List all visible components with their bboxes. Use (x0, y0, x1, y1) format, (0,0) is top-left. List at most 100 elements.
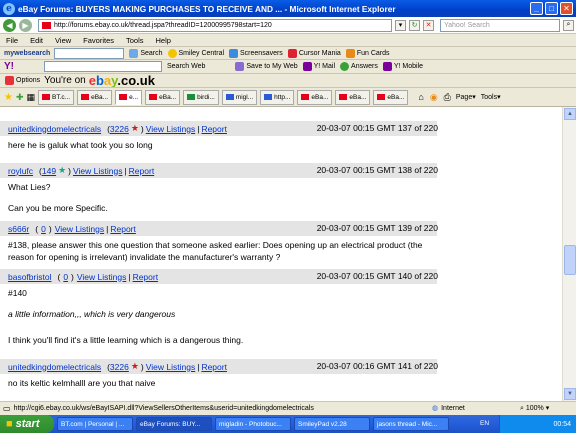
menu-file[interactable]: File (0, 36, 24, 45)
forum-post: basofbristol (0) View Listings | Report 20… (0, 269, 438, 352)
view-listings-link[interactable]: View Listings (73, 166, 122, 176)
language-indicator[interactable]: EN (480, 420, 489, 427)
view-listings-link[interactable]: View Listings (77, 272, 126, 282)
scroll-down-arrow-icon[interactable]: ▼ (564, 388, 576, 400)
post-body: What Lies? Can you be more Specific. (8, 182, 108, 213)
tab-birdi[interactable]: birdi... (183, 89, 219, 105)
tab-http[interactable]: http... (260, 89, 295, 105)
post-author-link[interactable]: roylufc (8, 166, 33, 176)
tab-migl[interactable]: migl... (221, 89, 258, 105)
refresh-button[interactable]: ↻ (409, 19, 420, 31)
menu-tools[interactable]: Tools (120, 36, 150, 45)
post-meta: 20-03-07 00:15 GMT 138 of 220 (316, 165, 438, 175)
report-link[interactable]: Report (129, 166, 155, 176)
card-icon (345, 48, 355, 58)
taskbar-item-smileypad[interactable]: SmileyPad v2.28 (294, 417, 370, 431)
menu-edit[interactable]: Edit (24, 36, 49, 45)
report-link[interactable]: Report (110, 224, 136, 234)
smiley-central-button[interactable]: Smiley Central (167, 48, 224, 58)
search-go-icon[interactable]: ⌕ (563, 19, 574, 31)
feedback-score-link[interactable]: 149 (42, 166, 56, 176)
search-icon (129, 48, 139, 58)
maximize-button[interactable]: □ (545, 2, 558, 15)
menu-bar: File Edit View Favorites Tools Help (0, 34, 576, 47)
screensaver-icon (229, 48, 239, 58)
screensavers-button[interactable]: Screensavers (229, 48, 283, 58)
clock[interactable]: 00:54 (553, 421, 571, 428)
post-meta: 20-03-07 00:15 GMT 137 of 220 (316, 123, 438, 133)
feedback-score-link[interactable]: 0 (41, 224, 46, 234)
options-button[interactable]: Options (5, 76, 40, 85)
forward-button[interactable]: ▶ (19, 18, 32, 32)
dropdown-arrow-icon[interactable]: ▾ (395, 19, 406, 31)
taskbar-item-ebay[interactable]: eBay Forums: BUY... (136, 417, 212, 431)
menu-help[interactable]: Help (150, 36, 177, 45)
page-icon: ▭ (3, 404, 11, 413)
view-listings-link[interactable]: View Listings (55, 224, 104, 234)
status-url: http://cgi6.ebay.co.uk/ws/eBayISAPI.dll?… (13, 405, 314, 412)
report-link[interactable]: Report (201, 124, 227, 134)
stop-button[interactable]: ✕ (423, 19, 434, 31)
report-link[interactable]: Report (133, 272, 159, 282)
post-author-link[interactable]: s666r (8, 224, 29, 234)
start-button[interactable]: ■ start (0, 415, 54, 433)
report-link[interactable]: Report (201, 362, 227, 372)
yahoo-mail-button[interactable]: Y! Mail (302, 62, 335, 71)
taskbar-item-bt[interactable]: BT.com | Personal | ... (57, 417, 133, 431)
favorites-star-icon[interactable]: ★ (4, 92, 13, 103)
feedback-score-link[interactable]: 0 (63, 272, 68, 282)
quick-tabs-icon[interactable]: ▦ (27, 92, 36, 103)
tab-ebay-9[interactable]: eBa... (373, 89, 409, 105)
add-favorite-icon[interactable]: ✚ (16, 92, 24, 103)
red-star-icon: ★ (130, 123, 139, 133)
page-menu-button[interactable]: Page ▾ (456, 93, 476, 102)
vertical-scrollbar[interactable]: ▲ ▼ (562, 107, 576, 401)
menu-favorites[interactable]: Favorites (77, 36, 120, 45)
post-author-link[interactable]: basofbristol (8, 272, 51, 282)
mywebsearch-input[interactable] (54, 47, 125, 59)
close-button[interactable]: ✕ (560, 2, 573, 15)
view-listings-link[interactable]: View Listings (146, 124, 195, 134)
taskbar-item-word[interactable]: jasons thread - Mic... (373, 417, 449, 431)
feedback-score-link[interactable]: 3226 (110, 362, 129, 372)
magnifier-icon: ⌕ (520, 405, 524, 412)
tab-ebay-1[interactable]: eBa... (77, 89, 113, 105)
taskbar-item-photobucket[interactable]: migladin - Photobuc... (215, 417, 291, 431)
yahoo-mobile-button[interactable]: Y! Mobile (382, 62, 423, 71)
tab-ebay-3[interactable]: eBa... (145, 89, 181, 105)
home-icon[interactable]: ⌂ (418, 92, 423, 102)
scroll-thumb[interactable] (564, 245, 576, 275)
red-star-icon: ★ (130, 361, 139, 371)
tab-bar: ★ ✚ ▦ BT.c... eBa... e... eBa... birdi..… (0, 88, 576, 107)
tab-ebay-8[interactable]: eBa... (335, 89, 371, 105)
answers-button[interactable]: Answers (340, 62, 378, 71)
minimize-button[interactable]: _ (530, 2, 543, 15)
tab-ebay-active[interactable]: e... (115, 89, 143, 105)
back-button[interactable]: ◀ (3, 18, 16, 32)
tab-ebay-7[interactable]: eBa... (297, 89, 333, 105)
tab-bt[interactable]: BT.c... (38, 89, 75, 105)
zoom-level[interactable]: ⌕ 100% ▾ (520, 404, 549, 413)
address-bar: ◀ ▶ http://forums.ebay.co.uk/thread.jspa… (0, 17, 576, 34)
tools-menu-button[interactable]: Tools ▾ (481, 93, 501, 102)
yahoo-search-input[interactable]: Yahoo! Search (440, 18, 560, 32)
yahoo-toolbar: Y! Search Web Save to My Web Y! Mail Ans… (0, 60, 576, 74)
save-to-my-web-button[interactable]: Save to My Web (235, 62, 298, 71)
menu-view[interactable]: View (49, 36, 77, 45)
post-author-link[interactable]: unitedkingdomelectricals (8, 362, 101, 372)
print-icon[interactable]: ⎙ (444, 92, 451, 103)
post-author-link[interactable]: unitedkingdomelectricals (8, 124, 101, 134)
search-web-button[interactable]: Search Web (167, 63, 205, 70)
url-input[interactable]: http://forums.ebay.co.uk/thread.jspa?thr… (38, 18, 392, 32)
fun-cards-button[interactable]: Fun Cards (345, 48, 390, 58)
post-body: no its keltic kelmhalll are you that nai… (8, 378, 156, 388)
view-listings-link[interactable]: View Listings (146, 362, 195, 372)
mywebsearch-search-button[interactable]: Search (129, 48, 163, 58)
scroll-up-arrow-icon[interactable]: ▲ (564, 108, 576, 120)
ie-window: e eBay Forums: BUYERS MAKING PURCHASES T… (0, 0, 576, 433)
yahoo-toolbar-input[interactable] (44, 61, 162, 72)
save-icon (235, 62, 245, 71)
feedback-score-link[interactable]: 3226 (110, 124, 129, 134)
cursor-mania-button[interactable]: Cursor Mania (287, 48, 341, 58)
rss-feed-icon[interactable]: ◉ (430, 92, 438, 103)
